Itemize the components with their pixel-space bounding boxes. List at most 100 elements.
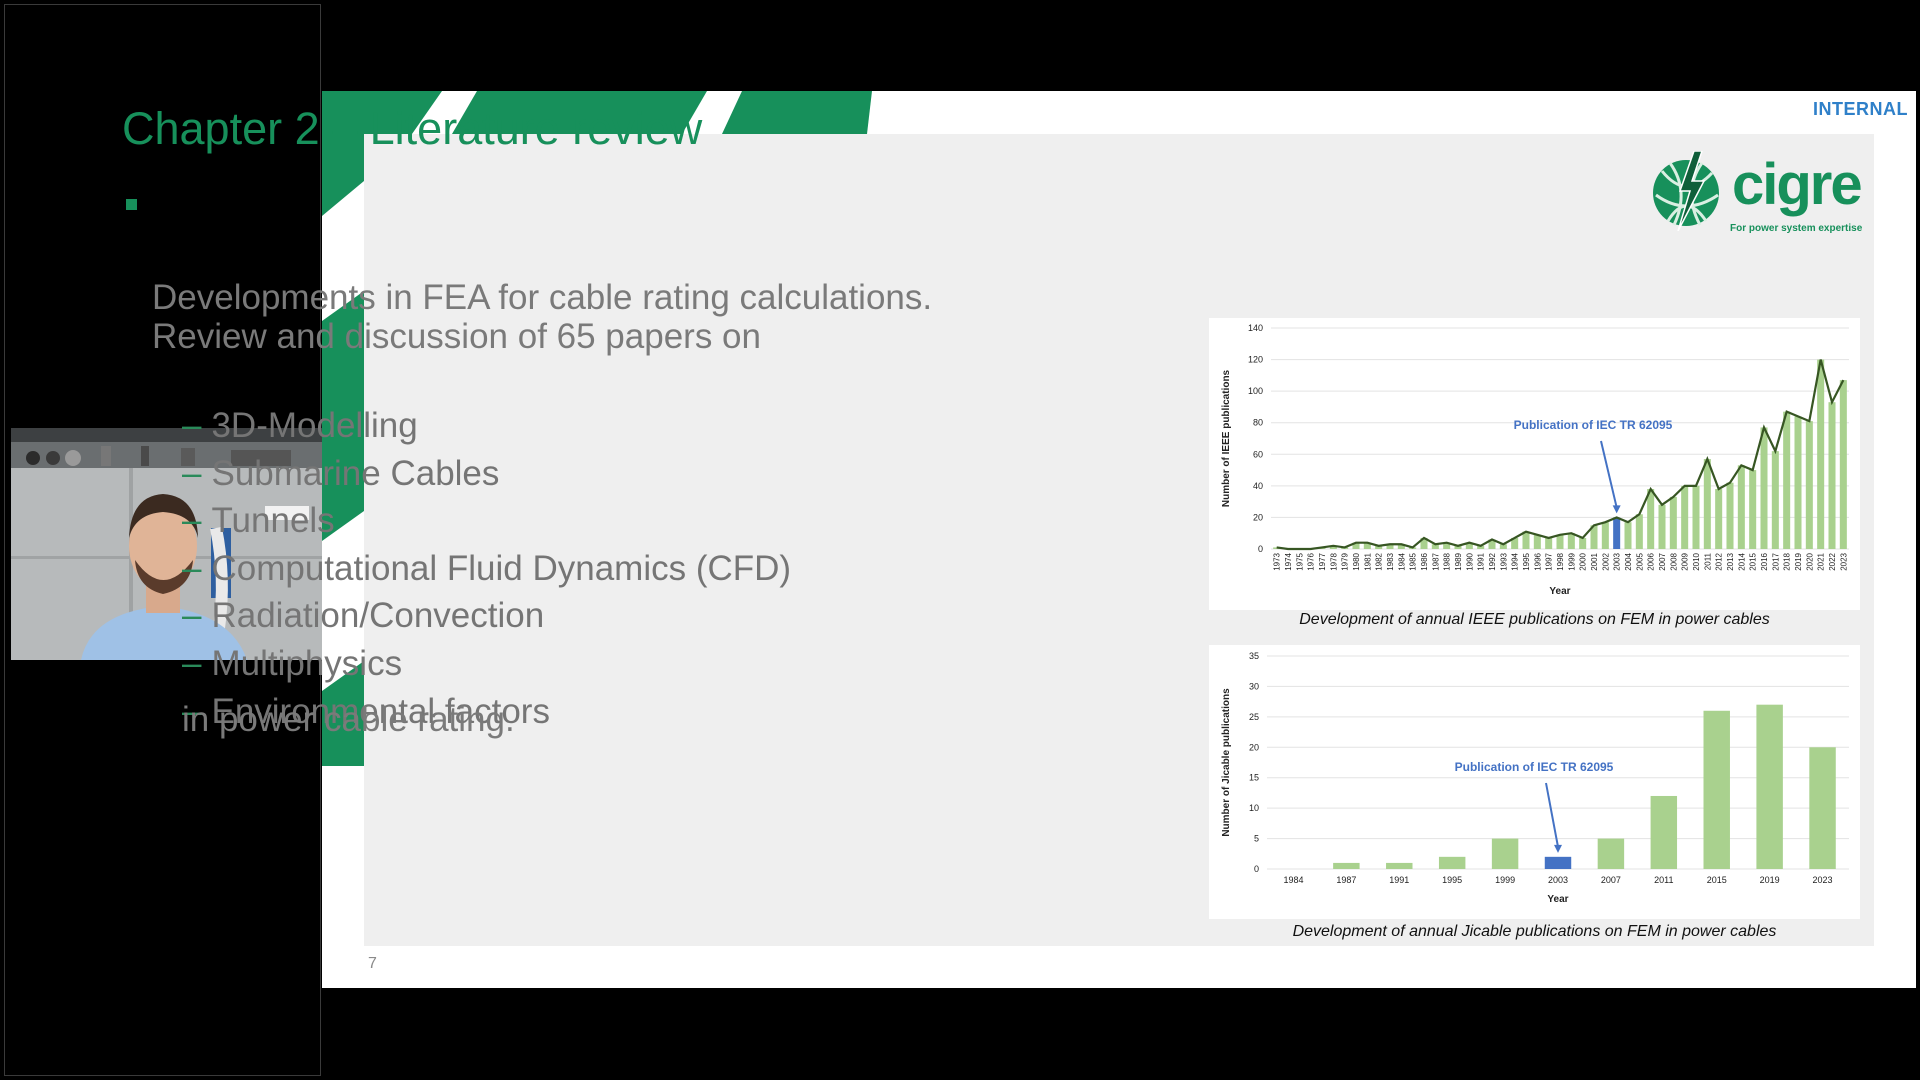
x-tick-label: 1982: [1375, 552, 1384, 570]
x-tick-label: 2008: [1669, 552, 1678, 570]
logo-tagline: For power system expertise: [1730, 223, 1863, 234]
x-tick-label: 1996: [1533, 552, 1542, 570]
x-tick-label: 1986: [1420, 552, 1429, 570]
dash-bullet: –: [182, 501, 202, 541]
x-tick-label: 1974: [1284, 552, 1293, 570]
y-axis-label: Number of IEEE publications: [1221, 369, 1232, 507]
topic-label: Tunnels: [211, 501, 335, 541]
x-tick-label: 1988: [1443, 552, 1452, 570]
x-tick-label: 1999: [1567, 552, 1576, 570]
chart-annotation: Publication of IEC TR 62095: [1455, 760, 1614, 774]
topic-label: Computational Fluid Dynamics (CFD): [211, 548, 792, 588]
bar: [1681, 485, 1689, 549]
topic-item: – Tunnels: [182, 501, 335, 541]
x-tick-label: 1985: [1409, 552, 1418, 570]
x-tick-label: 2022: [1828, 552, 1837, 570]
topic-item: – Submarine Cables: [182, 454, 499, 494]
ieee-chart-panel: 0 20 40 60 80 100 120 140 1973 1974 1975 1976 1977 19…: [1209, 318, 1860, 610]
topic-label: 3D-Modelling: [211, 406, 418, 445]
x-tick-label: 2015: [1749, 552, 1758, 570]
bar: [1669, 496, 1677, 549]
x-tick-label: 2010: [1692, 552, 1701, 570]
bar: [1703, 459, 1711, 549]
dash-bullet: –: [182, 596, 202, 636]
x-tick-label: 1983: [1386, 552, 1395, 570]
x-tick-label: 2021: [1817, 552, 1826, 570]
x-tick-label: 1991: [1477, 552, 1486, 570]
bar: [1809, 747, 1836, 869]
x-axis-label: Year: [1547, 894, 1568, 905]
x-tick-label: 1997: [1545, 552, 1554, 570]
x-tick-label: 2015: [1707, 875, 1727, 885]
x-tick-label: 1995: [1442, 875, 1462, 885]
x-tick-label: 2017: [1771, 552, 1780, 570]
dash-bullet: –: [182, 548, 202, 588]
bar: [1805, 421, 1813, 549]
bullet-square-icon: [126, 199, 137, 210]
intro-line-1: Developments in FEA for cable rating cal…: [152, 278, 933, 317]
jicable-chart-caption: Development of annual Jicable publicatio…: [1292, 923, 1777, 940]
classification-label: INTERNAL: [1813, 99, 1908, 119]
x-tick-label: 2001: [1590, 552, 1599, 570]
topic-label: Multiphysics: [211, 644, 403, 683]
x-tick-label: 1984: [1283, 875, 1303, 885]
x-tick-label: 1987: [1431, 552, 1440, 570]
x-tick-label: 2007: [1601, 875, 1621, 885]
cigre-globe-lightning-icon: [1653, 150, 1719, 232]
x-tick-label: 2014: [1737, 552, 1746, 570]
y-tick-label: 120: [1248, 355, 1263, 365]
x-tick-label: 2020: [1805, 552, 1814, 570]
bar: [1726, 482, 1734, 549]
bar: [1794, 416, 1802, 549]
bar: [1624, 522, 1632, 549]
y-tick-label: 20: [1249, 742, 1259, 752]
logo-wordmark: cigre: [1732, 152, 1863, 217]
x-tick-label: 1990: [1465, 552, 1474, 570]
x-tick-label: 1984: [1397, 552, 1406, 570]
bar: [1771, 451, 1779, 549]
y-tick-label: 15: [1249, 773, 1259, 783]
x-tick-label: 2011: [1654, 875, 1673, 885]
x-tick-label: 2023: [1813, 875, 1833, 885]
x-tick-label: 2011: [1703, 552, 1712, 570]
jicable-publications-chart: 0 5 10 15 20 25 30 35 1984 1987 1991 1995 1999 2003 20…: [1221, 651, 1849, 905]
x-tick-label: 1973: [1273, 552, 1282, 570]
closing-text: in power cable rating.: [182, 700, 515, 739]
slide-page-number: 7: [368, 955, 377, 972]
x-tick-label: 1979: [1341, 552, 1350, 570]
x-tick-label: 1981: [1363, 552, 1372, 570]
bar: [1545, 537, 1553, 549]
x-tick-label: 1991: [1389, 875, 1409, 885]
y-tick-label: 60: [1253, 449, 1263, 459]
dash-bullet: –: [182, 644, 202, 683]
y-tick-label: 140: [1248, 323, 1263, 333]
x-tick-label: 1978: [1329, 552, 1338, 570]
bar: [1839, 380, 1847, 549]
x-tick-label: 2002: [1601, 552, 1610, 570]
bar: [1760, 427, 1768, 549]
x-tick-label: 1999: [1495, 875, 1515, 885]
annotation-arrow: [1545, 782, 1559, 848]
x-tick-label: 1980: [1352, 552, 1361, 570]
bar: [1544, 856, 1572, 869]
x-axis-label: Year: [1549, 586, 1570, 597]
x-tick-label: 1987: [1336, 875, 1356, 885]
y-tick-label: 25: [1249, 712, 1259, 722]
bar: [1647, 489, 1655, 549]
topic-item: – Multiphysics: [182, 644, 402, 684]
bar: [1438, 856, 1466, 869]
x-tick-label: 1998: [1556, 552, 1565, 570]
x-tick-label: 1976: [1307, 552, 1316, 570]
dash-bullet: –: [182, 453, 202, 493]
y-tick-label: 100: [1248, 386, 1263, 396]
bar: [1635, 514, 1643, 549]
x-tick-label: 1992: [1488, 552, 1497, 570]
x-tick-label: 1995: [1522, 552, 1531, 570]
x-tick-label: 1994: [1511, 552, 1520, 570]
topic-label: Radiation/Convection: [211, 596, 545, 636]
y-tick-label: 10: [1249, 803, 1259, 813]
bar: [1597, 838, 1625, 869]
x-tick-label: 2006: [1647, 552, 1656, 570]
bar: [1579, 537, 1587, 549]
x-tick-label: 2005: [1635, 552, 1644, 570]
